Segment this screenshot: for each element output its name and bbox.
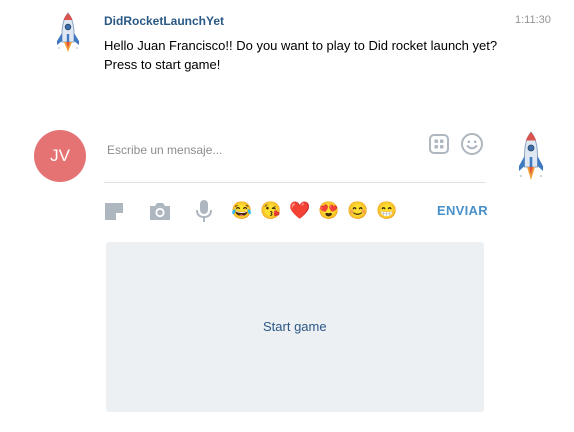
microphone-icon: [196, 200, 212, 222]
quick-emoji-kiss[interactable]: 😘: [260, 200, 282, 222]
message-timestamp: 1:11:30: [515, 14, 551, 26]
emoji-button[interactable]: [460, 132, 484, 156]
camera-icon: [150, 203, 170, 220]
bot-avatar[interactable]: [54, 12, 82, 54]
message-text: Hello Juan Francisco!! Do you want to pl…: [104, 36, 524, 74]
attach-document-button[interactable]: [104, 201, 124, 221]
document-icon: [105, 203, 123, 220]
message-line-1: Hello Juan Francisco!! Do you want to pl…: [104, 38, 498, 53]
quick-emoji-blush[interactable]: 😊: [347, 200, 369, 222]
bot-rocket-avatar: [517, 130, 545, 182]
message-line-2: Press to start game!: [104, 57, 221, 72]
message-sender-name[interactable]: DidRocketLaunchYet: [104, 14, 224, 28]
message-input[interactable]: [104, 130, 414, 170]
user-avatar[interactable]: JV: [34, 130, 86, 182]
quick-emoji-joy[interactable]: 😂: [231, 200, 253, 222]
input-divider: [104, 182, 486, 183]
quick-emoji-heart-eyes[interactable]: 😍: [318, 200, 340, 222]
voice-message-button[interactable]: [194, 199, 214, 223]
quick-emoji-grin[interactable]: 😁: [376, 200, 398, 222]
smiley-icon: [461, 133, 483, 155]
rocket-icon: [519, 131, 543, 180]
attach-photo-button[interactable]: [148, 200, 172, 222]
send-button[interactable]: ENVIAR: [437, 203, 488, 218]
stickers-icon: [429, 134, 449, 154]
quick-emoji-heart[interactable]: ❤️: [289, 200, 311, 222]
rocket-icon: [57, 12, 79, 52]
stickers-button[interactable]: [428, 133, 450, 155]
start-game-button[interactable]: Start game: [263, 319, 327, 334]
